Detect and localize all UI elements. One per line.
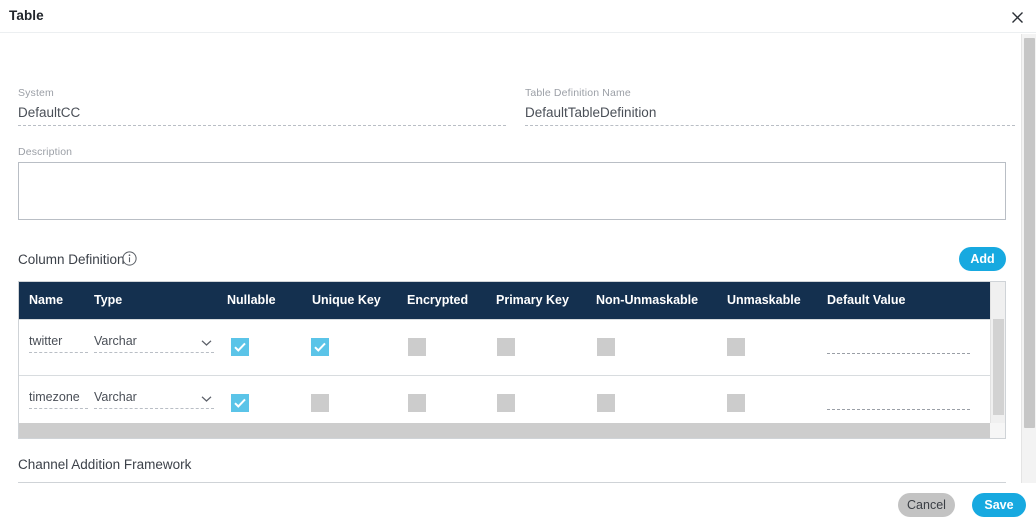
column-definition-table: Name Type Nullable Unique Key Encrypted … (18, 281, 1006, 439)
add-button[interactable]: Add (959, 247, 1006, 271)
col-header-non-unmaskable: Non-Unmaskable (596, 293, 699, 307)
system-input[interactable]: DefaultCC (18, 103, 506, 126)
cell-name-input[interactable]: timezone (29, 390, 88, 409)
page-title: Table (9, 8, 44, 23)
column-definition-vertical-scrollbar[interactable] (990, 282, 1005, 425)
cell-type-value: Varchar (94, 390, 137, 404)
channel-addition-framework-title: Channel Addition Framework (18, 457, 192, 472)
column-definition-header-row: Name Type Nullable Unique Key Encrypted … (19, 282, 992, 319)
close-icon[interactable] (1006, 6, 1028, 28)
description-input[interactable] (18, 162, 1006, 220)
table-definition-name-label: Table Definition Name (525, 87, 631, 99)
cell-encrypted-checkbox[interactable] (408, 338, 426, 356)
save-button[interactable]: Save (972, 493, 1026, 517)
cell-unmaskable-checkbox[interactable] (727, 338, 745, 356)
system-label: System (18, 87, 54, 99)
cell-unique-key-checkbox[interactable] (311, 338, 329, 356)
scrollbar-thumb[interactable] (19, 423, 984, 438)
column-definition-scrollport: Name Type Nullable Unique Key Encrypted … (19, 282, 992, 425)
cell-name-input[interactable]: twitter (29, 334, 88, 353)
system-field: System DefaultCC (18, 87, 506, 126)
col-header-unique-key: Unique Key (312, 293, 381, 307)
cell-nullable-checkbox[interactable] (231, 338, 249, 356)
cell-type-value: Varchar (94, 334, 137, 348)
table-row: timezone Varchar (19, 375, 992, 425)
cell-encrypted-checkbox[interactable] (408, 394, 426, 412)
description-field: Description (18, 146, 1006, 225)
cell-non-unmaskable-checkbox[interactable] (597, 394, 615, 412)
cell-type-select[interactable]: Varchar (94, 334, 214, 353)
scrollbar-corner (990, 423, 1005, 438)
table-row: twitter Varchar (19, 319, 992, 375)
col-header-encrypted: Encrypted (407, 293, 469, 307)
cell-default-value-input[interactable] (827, 398, 970, 410)
scrollbar-thumb[interactable] (1024, 38, 1035, 428)
dialog-body: System DefaultCC Table Definition Name D… (0, 34, 1019, 522)
table-definition-name-input[interactable]: DefaultTableDefinition (525, 103, 1015, 126)
col-header-nullable: Nullable (227, 293, 276, 307)
cell-unmaskable-checkbox[interactable] (727, 394, 745, 412)
scrollbar-thumb[interactable] (993, 319, 1004, 415)
description-label: Description (18, 146, 73, 158)
table-definition-name-field: Table Definition Name DefaultTableDefini… (525, 87, 1015, 126)
cell-primary-key-checkbox[interactable] (497, 394, 515, 412)
col-header-unmaskable: Unmaskable (727, 293, 801, 307)
page-scrollbar[interactable] (1021, 34, 1036, 483)
column-definition-horizontal-scrollbar[interactable] (19, 423, 992, 438)
cell-default-value-input[interactable] (827, 342, 970, 354)
cell-type-select[interactable]: Varchar (94, 390, 214, 409)
chevron-down-icon (201, 336, 212, 346)
column-definition-header: Column Definition Add (18, 247, 1006, 278)
cell-non-unmaskable-checkbox[interactable] (597, 338, 615, 356)
table-dialog: Table System DefaultCC Table Definition … (0, 0, 1036, 524)
cell-nullable-checkbox[interactable] (231, 394, 249, 412)
column-definition-title: Column Definition (18, 252, 125, 267)
col-header-default-value: Default Value (827, 293, 906, 307)
cell-primary-key-checkbox[interactable] (497, 338, 515, 356)
chevron-down-icon (201, 392, 212, 402)
col-header-type: Type (94, 293, 123, 307)
cancel-button[interactable]: Cancel (898, 493, 955, 517)
cell-unique-key-checkbox[interactable] (311, 394, 329, 412)
col-header-primary-key: Primary Key (496, 293, 569, 307)
dialog-footer: Cancel Save (0, 483, 1036, 524)
info-icon[interactable] (122, 251, 137, 266)
col-header-name: Name (29, 293, 64, 307)
dialog-titlebar: Table (0, 0, 1036, 33)
